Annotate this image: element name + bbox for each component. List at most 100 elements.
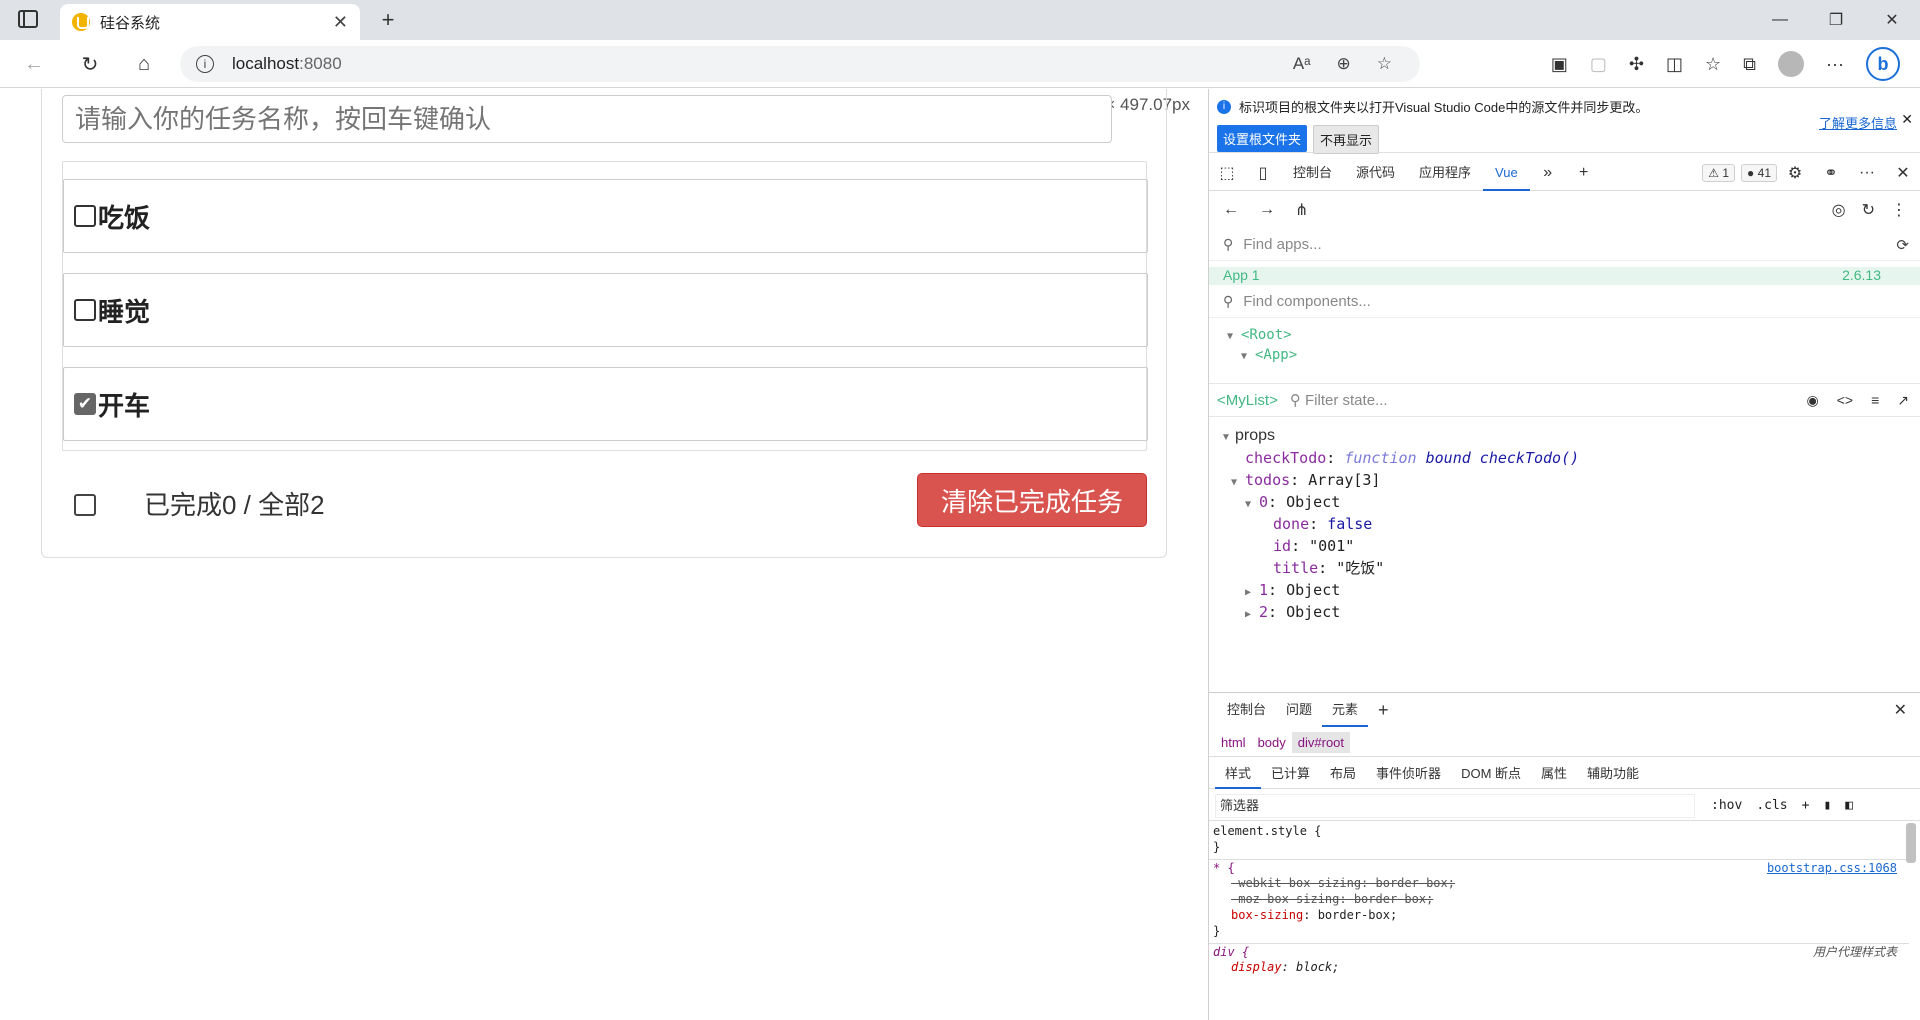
learn-more-link[interactable]: 了解更多信息 (1819, 113, 1897, 132)
drawer-tab-issues[interactable]: 问题 (1276, 693, 1322, 727)
toggle-sidebar-icon[interactable]: ◧ (1845, 798, 1853, 813)
css-declaration[interactable]: box-sizing: border-box; (1209, 907, 1909, 923)
message-count-badge[interactable]: ● 41 (1741, 163, 1777, 182)
device-toolbar-icon[interactable]: ▯ (1245, 163, 1281, 183)
styles-scrollbar[interactable] (1906, 823, 1916, 863)
sidebar-toggle-icon[interactable] (18, 10, 38, 28)
style-tab-listeners[interactable]: 事件侦听器 (1366, 759, 1451, 789)
set-root-folder-button[interactable]: 设置根文件夹 (1217, 125, 1308, 152)
filter-state-field[interactable]: ⚲ Filter state... (1290, 391, 1388, 409)
css-declaration[interactable]: -webkit-box-sizing: border-box; (1209, 875, 1909, 891)
new-tab-icon[interactable]: + (360, 0, 416, 40)
app-selector[interactable]: App 1 2.6.13 (1209, 267, 1920, 285)
new-rule-icon[interactable]: + (1802, 798, 1810, 813)
read-aloud-icon[interactable]: A͏ᵃ (1293, 54, 1311, 74)
dont-show-again-button[interactable]: 不再显示 (1313, 125, 1380, 154)
style-tab-accessibility[interactable]: 辅助功能 (1577, 759, 1649, 789)
todo-item[interactable]: 睡觉 (63, 273, 1148, 347)
prop-todos-item-1[interactable]: ▶ 1: Object (1209, 579, 1920, 601)
find-components-field[interactable]: ⚲ Find components... (1209, 286, 1920, 318)
styles-filter-input[interactable]: 筛选器 (1215, 793, 1695, 818)
crumb-body[interactable]: body (1252, 732, 1292, 753)
inspect-icon[interactable]: ⬚ (1209, 163, 1245, 183)
style-tab-dom-breakpoints[interactable]: DOM 断点 (1451, 759, 1531, 789)
vue-refresh-icon[interactable]: ↻ (1862, 200, 1875, 220)
favorite-add-icon[interactable]: ☆ (1377, 54, 1392, 74)
split-screen-icon[interactable]: ◫ (1666, 54, 1683, 75)
back-icon[interactable]: ← (18, 48, 50, 80)
todo-checkbox[interactable] (74, 205, 96, 227)
drawer-tab-elements[interactable]: 元素 (1322, 693, 1369, 727)
style-tab-styles[interactable]: 样式 (1215, 759, 1262, 789)
browser-tab[interactable]: 硅谷系统 ✕ (60, 4, 360, 40)
favorites-icon[interactable]: ☆ (1705, 54, 1721, 75)
tree-node-app[interactable]: ▼ <App> (1227, 345, 1920, 365)
style-tab-properties[interactable]: 属性 (1531, 759, 1577, 789)
todo-item[interactable]: ✔ 开车 (63, 367, 1148, 441)
crumb-html[interactable]: html (1215, 732, 1252, 753)
crumb-div-root[interactable]: div#root (1291, 732, 1351, 753)
zoom-icon[interactable]: ⊕ (1337, 54, 1351, 74)
task-name-input[interactable] (62, 95, 1112, 143)
prop-todos[interactable]: ▼ todos: Array[3] (1209, 469, 1920, 491)
props-header[interactable]: ▼ props (1209, 425, 1920, 447)
refresh-icon[interactable]: ↻ (74, 48, 106, 80)
vue-forward-icon[interactable]: → (1259, 201, 1275, 219)
tree-node-root[interactable]: ▼ <Root> (1227, 325, 1920, 345)
vue-more-icon[interactable]: ⋮ (1891, 200, 1907, 220)
style-tab-computed[interactable]: 已计算 (1261, 759, 1320, 789)
todo-checkbox[interactable] (74, 299, 96, 321)
close-tab-icon[interactable]: ✕ (333, 12, 348, 33)
prop-todos-item-0[interactable]: ▼ 0: Object (1209, 491, 1920, 513)
inspect-dom-icon[interactable]: <> (1837, 392, 1853, 409)
scroll-to-component-icon[interactable]: ◉ (1807, 392, 1819, 409)
todo-checkbox-checked[interactable]: ✔ (74, 393, 96, 415)
component-tree-icon[interactable]: ⋔ (1295, 200, 1308, 220)
prop-todos-item-2[interactable]: ▶ 2: Object (1209, 601, 1920, 623)
css-source-link[interactable]: bootstrap.css:1068 (1767, 860, 1897, 876)
paint-icon[interactable]: ▮ (1823, 798, 1831, 813)
vue-back-icon[interactable]: ← (1223, 201, 1239, 219)
tab-console[interactable]: 控制台 (1281, 155, 1344, 191)
drawer-close-icon[interactable]: ✕ (1894, 700, 1907, 720)
home-icon[interactable]: ⌂ (128, 48, 160, 80)
url-field[interactable]: i localhost:8080 A͏ᵃ ⊕ ☆ (180, 46, 1420, 82)
clear-completed-button[interactable]: 清除已完成任务 (917, 473, 1147, 527)
expand-arrow-icon[interactable]: ▼ (1227, 327, 1241, 347)
close-window-icon[interactable]: ✕ (1864, 0, 1920, 40)
sync-icon[interactable]: ⟳ (1896, 236, 1909, 254)
todo-item[interactable]: 吃饭 (63, 179, 1148, 253)
open-in-editor-icon[interactable]: ↗ (1897, 392, 1909, 409)
settings-gear-icon[interactable]: ⚙ (1777, 163, 1813, 183)
profile-avatar[interactable] (1778, 51, 1805, 77)
extension-icon[interactable]: ▣ (1551, 54, 1568, 75)
site-info-icon[interactable]: i (196, 55, 214, 73)
cls-toggle[interactable]: .cls (1756, 798, 1787, 813)
select-component-icon[interactable]: ◎ (1832, 200, 1846, 220)
tab-application[interactable]: 应用程序 (1407, 155, 1483, 191)
css-declaration[interactable]: -moz-box-sizing: border-box; (1209, 891, 1909, 907)
connect-icon[interactable]: ⚭ (1813, 163, 1849, 183)
banner-close-icon[interactable]: ✕ (1901, 111, 1913, 128)
hov-toggle[interactable]: :hov (1711, 798, 1742, 813)
restore-icon[interactable]: ❐ (1808, 0, 1864, 40)
find-apps-field[interactable]: ⚲ Find apps... ⟳ (1209, 229, 1920, 261)
collections-icon[interactable]: ⧉ (1743, 54, 1756, 75)
style-tab-layout[interactable]: 布局 (1320, 759, 1366, 789)
expand-arrow-icon[interactable]: ▼ (1241, 347, 1255, 367)
extension-2-icon[interactable]: ▢ (1590, 54, 1607, 75)
devtools-close-icon[interactable]: ✕ (1885, 163, 1920, 183)
minimize-icon[interactable]: — (1752, 0, 1808, 40)
check-all-checkbox[interactable] (74, 494, 96, 516)
extensions-puzzle-icon[interactable]: ✣ (1629, 54, 1644, 75)
more-tabs-icon[interactable]: » (1530, 164, 1566, 182)
tab-sources[interactable]: 源代码 (1344, 155, 1407, 191)
filter-list-icon[interactable]: ≡ (1871, 392, 1879, 409)
add-tab-icon[interactable]: + (1566, 164, 1602, 182)
warning-count-badge[interactable]: ⚠ 1 (1702, 163, 1736, 182)
tab-vue[interactable]: Vue (1483, 155, 1530, 191)
drawer-add-icon[interactable]: + (1368, 693, 1399, 727)
bing-copilot-icon[interactable]: b (1866, 47, 1900, 81)
more-icon[interactable]: ··· (1826, 54, 1844, 75)
drawer-tab-console[interactable]: 控制台 (1217, 693, 1276, 727)
